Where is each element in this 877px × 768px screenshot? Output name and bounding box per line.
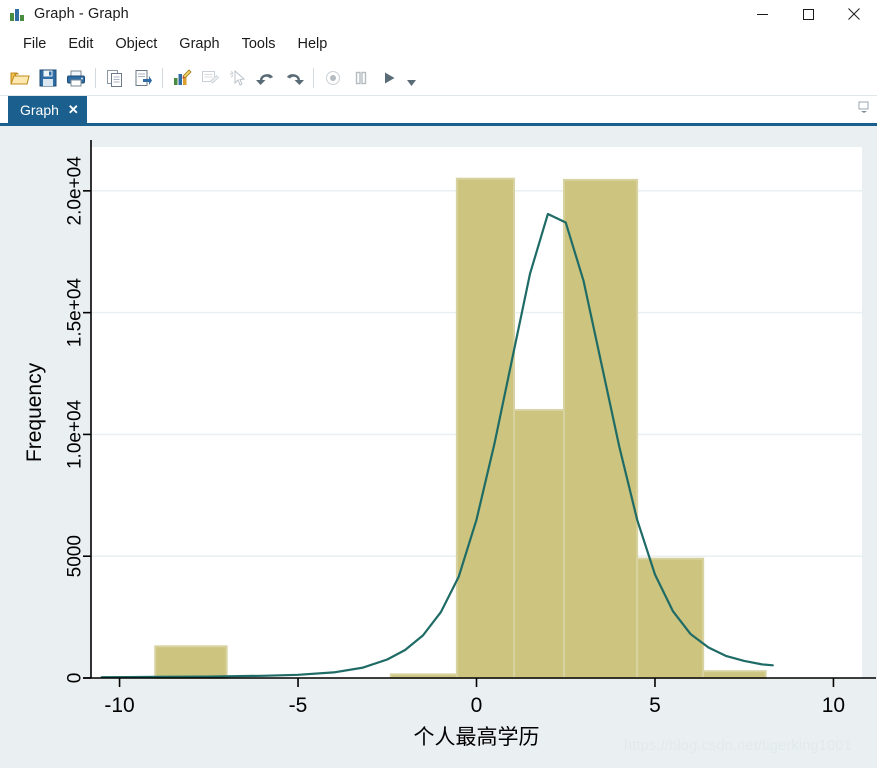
- record-icon: [319, 64, 347, 92]
- y-axis-title: Frequency: [23, 362, 46, 462]
- tab-graph-label: Graph: [20, 101, 59, 118]
- tab-close-icon[interactable]: ✕: [68, 103, 79, 116]
- save-icon[interactable]: [34, 64, 62, 92]
- histogram-plot: 0 5000 1.0e+04 1.5e+04 2.0e+04 -10 -5 0 5 10 Frequ…: [23, 140, 876, 749]
- y-tick-label: 5000: [65, 535, 86, 577]
- menu-item-edit[interactable]: Edit: [57, 32, 104, 56]
- maximize-button[interactable]: [785, 0, 831, 28]
- x-tick-label: 10: [822, 694, 845, 717]
- redo-icon[interactable]: [280, 64, 308, 92]
- copy-icon[interactable]: [101, 64, 129, 92]
- window-title: Graph - Graph: [34, 6, 129, 22]
- bar-chart-icon: [10, 6, 26, 22]
- graph-editor-icon[interactable]: [168, 64, 196, 92]
- title-bar: Graph - Graph: [0, 0, 877, 28]
- histogram-bar: [455, 177, 515, 680]
- menu-bar: File Edit Object Graph Tools Help: [0, 28, 877, 60]
- y-tick-label: 2.0e+04: [65, 156, 86, 226]
- x-tick-label: 0: [471, 694, 483, 717]
- x-tick-label: 5: [649, 694, 661, 717]
- tab-overflow-icon[interactable]: [857, 100, 871, 114]
- watermark-text: https://blog.csdn.net/tigerking1001: [624, 738, 852, 754]
- overflow-caret-icon[interactable]: [403, 64, 419, 92]
- toolbar-separator: [95, 67, 96, 88]
- close-button[interactable]: [831, 0, 877, 28]
- tab-graph[interactable]: Graph ✕: [8, 96, 87, 123]
- menu-item-tools[interactable]: Tools: [231, 32, 287, 56]
- menu-item-file[interactable]: File: [12, 32, 57, 56]
- object-properties-icon: [196, 64, 224, 92]
- print-icon[interactable]: [62, 64, 90, 92]
- y-tick-label: 1.5e+04: [65, 278, 86, 348]
- histogram-bar: [154, 645, 228, 679]
- tab-strip: Graph ✕: [0, 96, 877, 126]
- pause-icon: [347, 64, 375, 92]
- graph-window: Graph - Graph File Edit Object Graph Too…: [0, 0, 877, 768]
- graph-canvas[interactable]: 0 5000 1.0e+04 1.5e+04 2.0e+04 -10 -5 0 5 10 Frequ…: [0, 126, 877, 768]
- menu-item-object[interactable]: Object: [104, 32, 168, 56]
- histogram-bar: [702, 670, 767, 679]
- toolbar-separator: [313, 67, 314, 88]
- toolbar: [0, 60, 877, 96]
- undo-icon[interactable]: [252, 64, 280, 92]
- menu-item-graph[interactable]: Graph: [168, 32, 230, 56]
- window-controls: [739, 0, 877, 28]
- histogram-bar: [512, 409, 565, 679]
- y-tick-label: 0: [65, 673, 86, 684]
- pointer-tool-icon: [224, 64, 252, 92]
- minimize-button[interactable]: [739, 0, 785, 28]
- x-tick-label: -10: [104, 694, 134, 717]
- histogram-bar: [636, 557, 705, 679]
- export-icon[interactable]: [129, 64, 157, 92]
- open-icon[interactable]: [6, 64, 34, 92]
- play-icon[interactable]: [375, 64, 403, 92]
- menu-item-help[interactable]: Help: [286, 32, 338, 56]
- x-axis-title: 个人最高学历: [414, 726, 540, 749]
- toolbar-separator: [162, 67, 163, 88]
- x-tick-label: -5: [289, 694, 308, 717]
- y-tick-label: 1.0e+04: [65, 399, 86, 469]
